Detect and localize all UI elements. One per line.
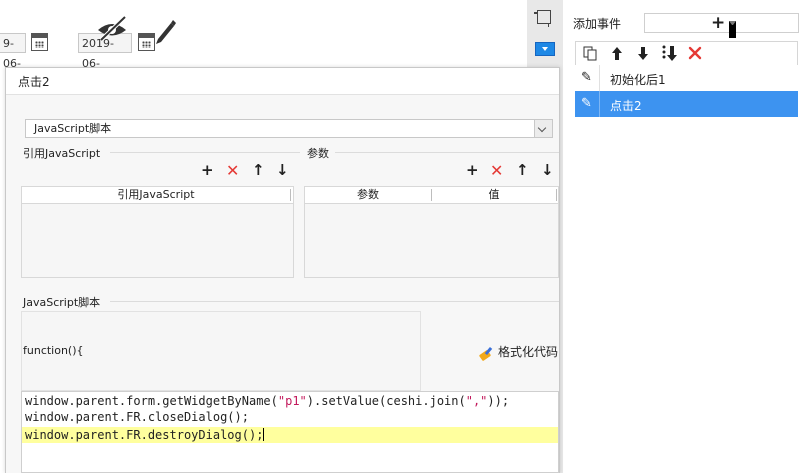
date-start-field[interactable]: 9-06-	[0, 33, 26, 70]
code-text: window.parent.form.getWidgetByName(	[25, 394, 278, 408]
chevron-down-icon[interactable]	[534, 120, 552, 137]
brush-icon	[479, 346, 495, 360]
code-line[interactable]: window.parent.form.getWidgetByName("p1")…	[22, 393, 558, 409]
move-up-ref-js-button[interactable]: ↑	[252, 163, 265, 178]
column-header[interactable]: 引用JavaScript	[22, 187, 290, 203]
edit-pen-icon[interactable]	[152, 17, 176, 45]
add-param-button[interactable]: +	[466, 163, 479, 178]
text-caret	[263, 428, 265, 441]
event-toolbar	[575, 41, 798, 65]
code-text: ));	[487, 394, 510, 408]
move-up-param-button[interactable]: ↑	[516, 163, 529, 178]
divider	[335, 152, 559, 153]
ref-js-table: 引用JavaScript	[21, 186, 294, 278]
chevron-down-icon	[729, 21, 736, 38]
code-text: ).setValue(ceshi.join(	[306, 394, 466, 408]
edit-icon: ✎	[581, 96, 592, 111]
script-type-value: JavaScript脚本	[34, 122, 112, 135]
move-down-param-button[interactable]: ↓	[541, 163, 554, 178]
edit-icon: ✎	[581, 70, 592, 85]
dropdown-icon[interactable]	[535, 42, 555, 56]
column-header[interactable]: 值	[432, 187, 556, 203]
hide-eye-icon[interactable]	[96, 15, 130, 41]
arrow-down-icon[interactable]	[637, 46, 649, 61]
plus-icon: +	[711, 13, 726, 33]
delete-param-button[interactable]: ✕	[490, 163, 503, 179]
copy-icon[interactable]	[583, 46, 598, 61]
script-type-select[interactable]: JavaScript脚本	[25, 119, 553, 138]
dialog-title: 点击2	[18, 75, 50, 89]
script-label: JavaScript脚本	[23, 296, 101, 309]
move-down-ref-js-button[interactable]: ↓	[276, 163, 289, 178]
column-header[interactable]: 参数	[305, 187, 431, 203]
format-code-label: 格式化代码	[498, 345, 559, 359]
event-item-selected[interactable]: ✎ 点击2	[575, 91, 798, 117]
format-code-button[interactable]: 格式化代码	[479, 343, 558, 360]
code-line-active[interactable]: window.parent.FR.destroyDialog();	[22, 427, 558, 443]
event-item-label: 点击2	[610, 99, 642, 113]
event-panel-title: 添加事件	[573, 17, 622, 31]
arrow-up-icon[interactable]	[611, 46, 623, 61]
params-table: 参数 值	[304, 186, 559, 278]
add-ref-js-button[interactable]: +	[201, 163, 214, 178]
delete-ref-js-button[interactable]: ✕	[226, 163, 239, 179]
divider	[110, 301, 559, 302]
delete-icon[interactable]	[688, 46, 702, 60]
add-event-button[interactable]: +	[644, 13, 799, 38]
function-header: function(){	[23, 344, 84, 357]
ref-js-label: 引用JavaScript	[23, 147, 101, 160]
divider	[110, 152, 300, 153]
code-string: "p1"	[277, 394, 307, 408]
table-header: 参数 值	[305, 187, 558, 204]
table-header: 引用JavaScript	[22, 187, 293, 204]
calendar-icon[interactable]	[31, 33, 48, 51]
event-item[interactable]: ✎ 初始化后1	[575, 65, 798, 91]
code-text: window.parent.FR.destroyDialog();	[25, 428, 264, 442]
event-item-label: 初始化后1	[610, 73, 666, 87]
params-label: 参数	[307, 147, 329, 160]
frame-icon[interactable]	[534, 10, 551, 27]
code-editor[interactable]: window.parent.form.getWidgetByName("p1")…	[21, 391, 559, 473]
code-line[interactable]: window.parent.FR.closeDialog();	[22, 409, 558, 425]
event-list: ✎ 初始化后1 ✎ 点击2	[575, 65, 798, 117]
code-string: ","	[465, 394, 488, 408]
move-bottom-icon[interactable]	[661, 44, 677, 62]
